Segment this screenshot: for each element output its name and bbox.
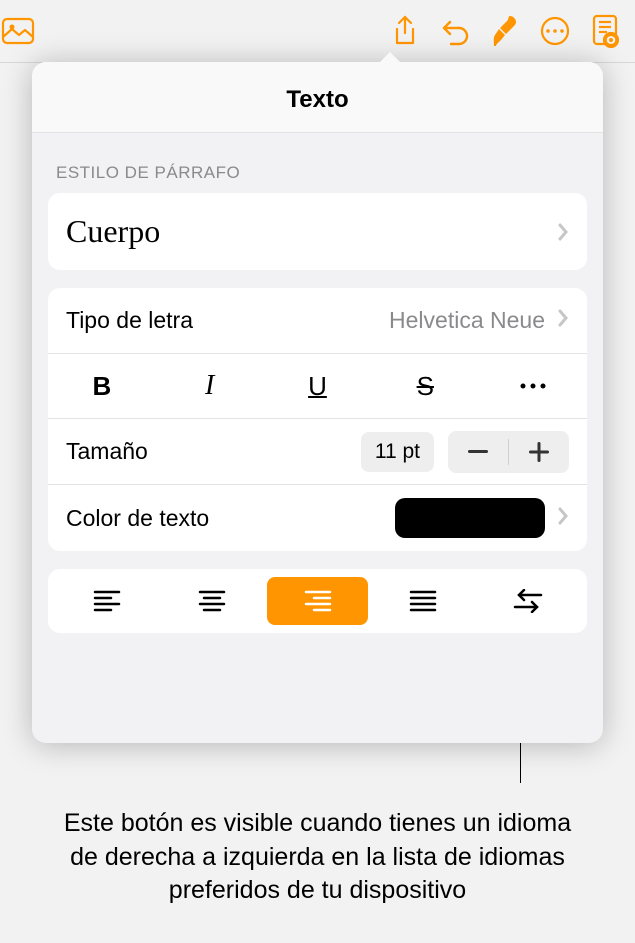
align-left-button[interactable] bbox=[56, 577, 157, 625]
align-right-button[interactable] bbox=[267, 577, 368, 625]
text-direction-button[interactable] bbox=[478, 577, 579, 625]
chevron-right-icon bbox=[557, 213, 569, 250]
undo-button[interactable] bbox=[430, 6, 480, 56]
text-color-label: Color de texto bbox=[66, 505, 209, 532]
callout-text: Este botón es visible cuando tienes un i… bbox=[60, 807, 575, 908]
text-color-row[interactable]: Color de texto bbox=[48, 485, 587, 551]
main-toolbar bbox=[0, 0, 635, 62]
read-mode-button[interactable] bbox=[580, 6, 630, 56]
more-text-options-button[interactable] bbox=[479, 354, 587, 418]
more-button[interactable] bbox=[530, 6, 580, 56]
chevron-right-icon bbox=[557, 506, 569, 531]
font-row[interactable]: Tipo de letra Helvetica Neue bbox=[48, 288, 587, 354]
format-brush-button[interactable] bbox=[480, 6, 530, 56]
size-value[interactable]: 11 pt bbox=[361, 432, 434, 472]
font-value: Helvetica Neue bbox=[389, 307, 545, 334]
color-swatch[interactable] bbox=[395, 498, 545, 538]
paragraph-style-card[interactable]: Cuerpo bbox=[48, 193, 587, 270]
size-stepper bbox=[448, 431, 569, 473]
align-center-button[interactable] bbox=[161, 577, 262, 625]
size-increment-button[interactable] bbox=[509, 431, 569, 473]
popover-arrow bbox=[378, 52, 402, 64]
text-properties-card: Tipo de letra Helvetica Neue B I U S Tam… bbox=[48, 288, 587, 551]
size-row: Tamaño 11 pt bbox=[48, 419, 587, 485]
alignment-row bbox=[48, 569, 587, 633]
font-label: Tipo de letra bbox=[66, 307, 193, 334]
paragraph-style-section-label: ESTILO DE PÁRRAFO bbox=[32, 133, 603, 193]
size-label: Tamaño bbox=[66, 438, 148, 465]
italic-button[interactable]: I bbox=[156, 354, 264, 418]
media-button[interactable] bbox=[0, 6, 35, 56]
share-button[interactable] bbox=[380, 6, 430, 56]
popover-title: Texto bbox=[32, 62, 603, 133]
chevron-right-icon bbox=[557, 308, 569, 333]
text-style-row: B I U S bbox=[48, 354, 587, 419]
underline-button[interactable]: U bbox=[264, 354, 372, 418]
size-decrement-button[interactable] bbox=[448, 431, 508, 473]
format-popover: Texto ESTILO DE PÁRRAFO Cuerpo Tipo de l… bbox=[32, 62, 603, 743]
bold-button[interactable]: B bbox=[48, 354, 156, 418]
strikethrough-button[interactable]: S bbox=[371, 354, 479, 418]
align-justify-button[interactable] bbox=[372, 577, 473, 625]
paragraph-style-value: Cuerpo bbox=[66, 213, 160, 250]
